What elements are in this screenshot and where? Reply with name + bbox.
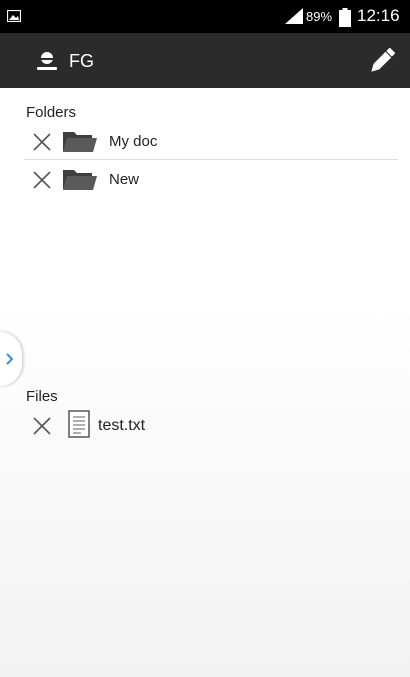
folder-name: My doc <box>109 133 158 150</box>
clock: 12:16 <box>357 6 400 25</box>
page-title: FG <box>69 51 94 71</box>
delete-folder-icon[interactable] <box>32 170 52 190</box>
battery-icon <box>339 8 351 32</box>
drawer-handle[interactable] <box>0 332 22 386</box>
edit-button[interactable] <box>364 43 400 79</box>
file-name: test.txt <box>98 417 146 434</box>
files-header: Files <box>26 388 58 405</box>
text-file-icon <box>68 410 90 443</box>
delete-file-icon[interactable] <box>32 416 52 436</box>
chevron-right-icon <box>6 353 14 365</box>
signal-icon <box>285 8 303 29</box>
battery-percent: 89% <box>306 9 333 24</box>
user-icon <box>35 50 59 77</box>
delete-folder-icon[interactable] <box>32 132 52 152</box>
folders-header: Folders <box>26 104 77 121</box>
image-notification-icon <box>6 9 22 27</box>
folder-icon <box>62 167 98 196</box>
folder-row[interactable]: New <box>24 162 398 196</box>
file-row[interactable]: test.txt <box>24 408 398 442</box>
folder-icon <box>62 129 98 158</box>
pencil-icon <box>364 47 400 83</box>
status-bar: 89% 12:16 <box>0 0 410 33</box>
divider <box>24 159 398 160</box>
folder-name: New <box>109 171 140 188</box>
action-bar: FG <box>0 33 410 88</box>
folder-row[interactable]: My doc <box>24 124 398 158</box>
